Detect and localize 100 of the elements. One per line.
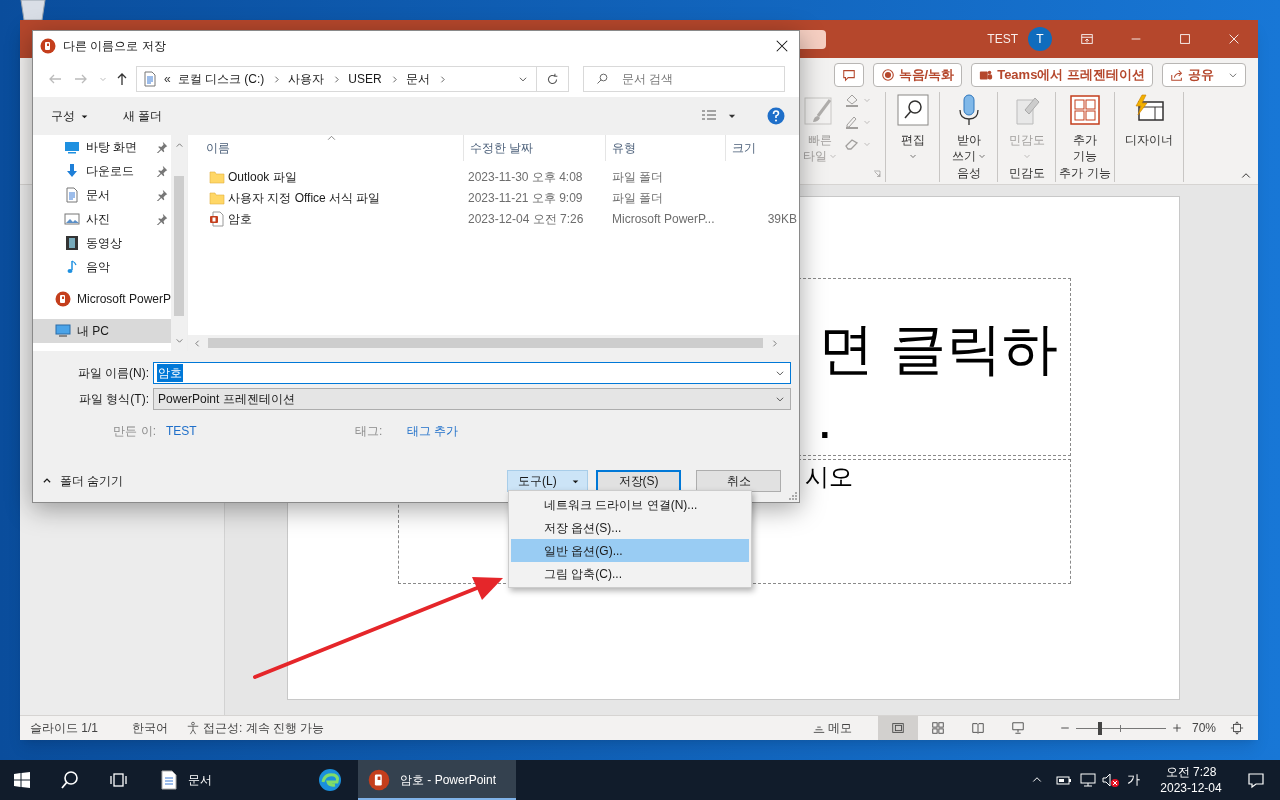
view-options-icon[interactable] [701,109,717,123]
navigation-item[interactable]: 바탕 화면 [33,135,171,159]
scrollbar-thumb[interactable] [208,338,763,348]
pin-icon[interactable] [156,213,168,225]
field-label: 파일 형식(T): [78,391,150,408]
breadcrumb[interactable]: 사용자 [288,70,325,88]
chevron-down-icon[interactable] [775,368,785,378]
refresh-icon[interactable] [546,72,559,86]
accessibility-button[interactable]: 접근성: 계속 진행 가능 [186,719,325,737]
hide-folders-button[interactable]: 폴더 숨기기 [42,472,124,490]
navigation-item[interactable]: 다운로드 [33,159,171,183]
file-row[interactable]: 사용자 지정 Office 서식 파일 2023-11-21 오후 9:09 파일 폴더 [188,187,799,208]
maximize-icon[interactable] [1177,32,1192,46]
chevron-right-icon[interactable] [272,74,282,84]
comment-button[interactable] [833,63,864,87]
scroll-left-icon[interactable] [193,338,202,348]
scrollbar-thumb[interactable] [174,176,184,316]
zoom-in-icon[interactable] [1171,723,1182,733]
pin-icon[interactable] [156,165,168,177]
pin-icon[interactable] [156,141,168,153]
breadcrumb[interactable]: 문서 [405,70,430,88]
add-tag-link[interactable]: 태그 추가 [407,422,459,440]
zoom-slider[interactable] [1075,721,1166,735]
navigation-item[interactable]: Microsoft PowerP [33,287,171,311]
menu-item[interactable]: 일반 옵션(G)... [511,539,749,562]
volume-muted-icon[interactable] [1102,772,1120,788]
powerpoint-icon [55,291,71,307]
edit-button[interactable]: 편집 [896,92,929,160]
present-in-teams-button[interactable]: Teams에서 프레젠테이션 [971,63,1153,87]
network-icon[interactable] [1080,772,1096,788]
task-view-icon[interactable] [110,771,128,789]
fit-to-window-icon[interactable] [1230,721,1244,735]
column-header[interactable]: 이름 [188,135,463,161]
column-header[interactable]: 수정한 날짜 [463,135,605,161]
column-header[interactable]: 크기 [725,135,798,161]
file-row[interactable]: Outlook 파일 2023-11-30 오후 4:08 파일 폴더 [188,166,799,187]
column-header[interactable]: 유형 [605,135,725,161]
save-button[interactable]: 저장(S) [596,470,681,492]
shape-outline-icon[interactable] [844,114,860,130]
chevron-down-icon [863,118,871,126]
address-bar[interactable]: « 로컬 디스크 (C:) 사용자 USER 문서 [136,66,569,92]
computer-icon [55,323,71,339]
file-name-field[interactable]: 암호 [153,362,791,384]
share-button[interactable]: 공유 [1162,63,1246,87]
scroll-up-icon[interactable] [174,141,184,150]
user-avatar[interactable]: T [1028,27,1052,51]
dictate-button[interactable]: 받아 쓰기 [951,92,986,164]
navigation-item[interactable]: 문서 [33,183,171,207]
chevron-down-icon[interactable] [518,74,528,84]
notes-button[interactable]: 메모 [807,716,856,740]
scroll-down-icon[interactable] [174,336,184,345]
scroll-right-icon[interactable] [770,338,779,348]
chevron-down-icon [1022,152,1031,160]
navigation-item[interactable]: 음악 [33,255,171,279]
notifications-icon[interactable] [1247,771,1265,789]
group-label: 민감도 [1008,165,1045,182]
pin-icon[interactable] [156,189,168,201]
accessibility-icon [186,721,200,735]
scrollbar[interactable] [188,335,799,351]
author-link[interactable]: TEST [166,422,355,440]
clock[interactable]: 오전 7:28 2023-12-04 [1156,764,1226,796]
breadcrumb[interactable]: 로컬 디스크 (C:) [177,70,265,88]
menu-item[interactable]: 그림 압축(C)... [511,562,749,585]
cancel-button[interactable]: 취소 [696,470,781,492]
teams-icon [979,68,994,82]
resize-grip-icon[interactable] [789,492,797,500]
zoom-level[interactable]: 70% [1191,719,1216,737]
search-field[interactable]: 문서 검색 [583,66,785,92]
search-icon[interactable] [60,770,80,790]
taskbar-app[interactable]: 문서 [146,760,242,800]
chevron-right-icon[interactable] [332,74,342,84]
navigation-item[interactable]: 내 PC [33,319,171,343]
zoom-slider-thumb[interactable] [1098,722,1103,735]
normal-view-button[interactable] [877,716,918,740]
navigation-item[interactable]: 사진 [33,207,171,231]
menu-item[interactable]: 네트워크 드라이브 연결(N)... [511,493,749,516]
ribbon-display-icon[interactable] [1079,32,1094,46]
start-icon[interactable] [14,772,30,788]
ribbon-label: 추가 [1073,132,1097,148]
breadcrumb[interactable]: USER [348,70,382,88]
tools-button[interactable]: 도구(L) [507,470,588,492]
file-name: 사용자 지정 Office 서식 파일 [228,189,381,207]
new-folder-button[interactable]: 새 폴더 [115,103,171,129]
file-type-dropdown[interactable]: PowerPoint 프레젠테이션 [153,388,791,410]
shape-fill-icon[interactable] [844,92,860,108]
help-icon[interactable] [767,107,785,125]
taskbar-app[interactable]: 암호 - PowerPoint [358,760,516,800]
overflow-crumbs[interactable]: « [164,70,171,88]
download-icon [64,163,80,179]
organize-button[interactable]: 구성 [43,103,97,129]
picture-icon [64,211,80,227]
designer-button[interactable]: 디자이너 [1125,92,1173,148]
navigation-item[interactable]: 동영상 [33,231,171,255]
file-row[interactable]: 암호 2023-12-04 오전 7:26 Microsoft PowerP... 39KB [188,208,799,229]
record-button[interactable]: 녹음/녹화 [872,63,963,87]
add-ins-button[interactable]: 추가 기능 [1069,92,1101,164]
menu-item[interactable]: 저장 옵션(S)... [511,516,749,539]
ribbon-label: 디자이너 [1125,132,1173,148]
language-status[interactable]: 한국어 [132,719,168,737]
input-method-indicator[interactable]: 가 [1127,770,1140,790]
